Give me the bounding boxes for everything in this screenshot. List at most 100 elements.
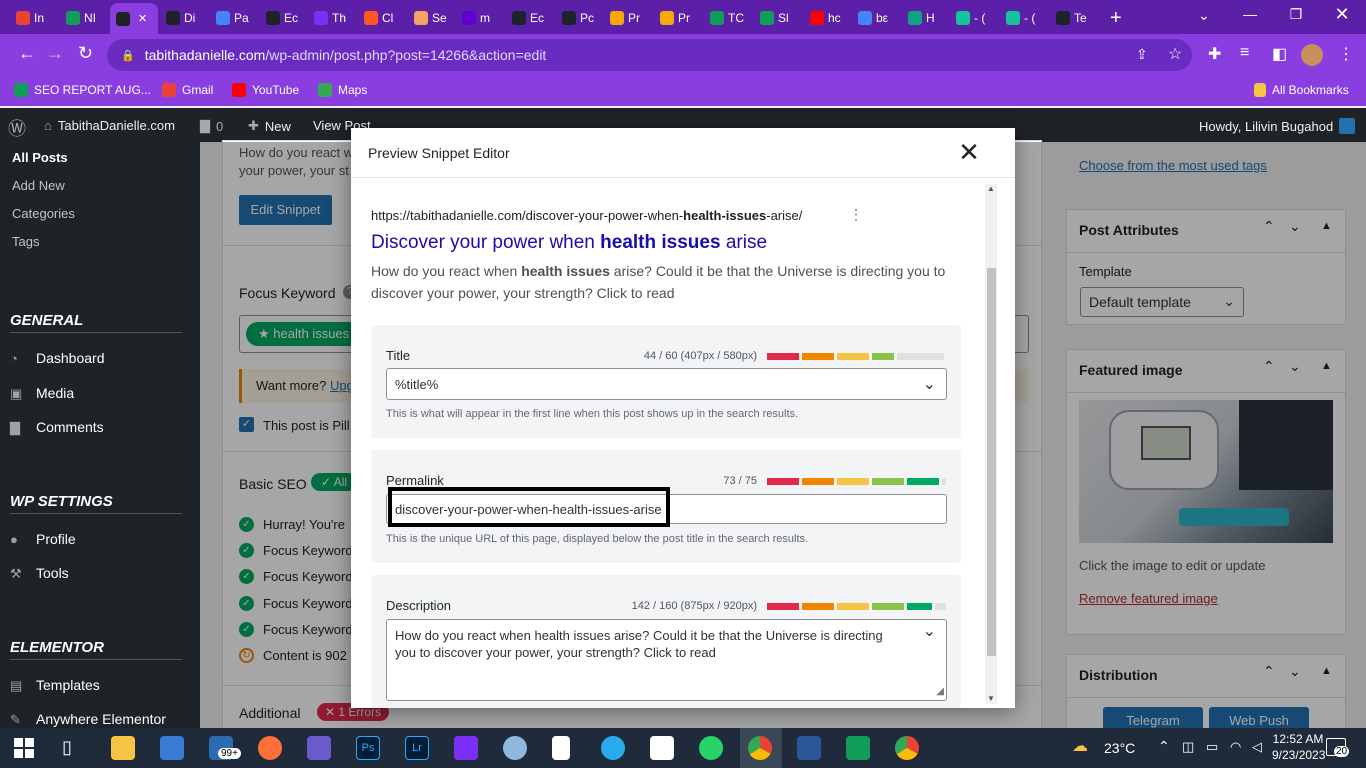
sidebar-categories[interactable]: Categories xyxy=(12,206,75,221)
chevron-down-icon[interactable]: ⌄ xyxy=(923,623,936,640)
weather-temp[interactable]: 23°C xyxy=(1104,740,1135,756)
sidebar-item-media[interactable]: ▣ Media xyxy=(10,385,74,401)
whatsapp-icon[interactable] xyxy=(699,736,723,760)
sidebar-item-comments[interactable]: ▇ Comments xyxy=(10,419,104,435)
tab[interactable]: ✕ xyxy=(110,3,158,34)
tab[interactable]: - ( xyxy=(950,5,994,31)
chevron-down-icon[interactable]: ⌄ xyxy=(923,374,936,394)
meet-icon[interactable]: ◫ xyxy=(1182,739,1194,755)
site-name-link[interactable]: ⌂ TabithaDanielle.com xyxy=(44,118,175,133)
tab[interactable]: In xyxy=(10,5,54,31)
sheets-icon[interactable] xyxy=(846,736,870,760)
scroll-down-arrow-icon[interactable]: ▼ xyxy=(987,694,995,703)
volume-icon[interactable]: ◁ xyxy=(1252,739,1262,755)
bookmark-seo-report[interactable]: SEO REPORT AUG... xyxy=(14,83,151,97)
close-icon[interactable]: ✕ xyxy=(955,138,983,166)
forward-icon[interactable]: → xyxy=(46,43,64,64)
address-bar[interactable]: 🔒 tabithadanielle.com/wp-admin/post.php?… xyxy=(107,39,1192,71)
paint-icon[interactable] xyxy=(503,736,527,760)
section-wp-settings: WP SETTINGS xyxy=(10,493,113,510)
wifi-icon[interactable]: ◠ xyxy=(1230,739,1241,755)
tab[interactable]: Th xyxy=(308,5,352,31)
tab[interactable]: Ec xyxy=(260,5,304,31)
bookmark-youtube[interactable]: YouTube xyxy=(232,83,299,97)
new-content-link[interactable]: ✚ New xyxy=(248,118,291,134)
sidebar-item-profile[interactable]: ● Profile xyxy=(10,531,76,547)
sidebar-add-new[interactable]: Add New xyxy=(12,178,65,193)
tab[interactable]: Pa xyxy=(210,5,254,31)
menu-icon[interactable]: ⋮ xyxy=(1338,44,1354,64)
telegram-icon[interactable] xyxy=(601,736,625,760)
battery-icon[interactable]: ▭ xyxy=(1206,739,1218,755)
tab-close-icon[interactable]: ✕ xyxy=(138,12,147,25)
scroll-up-arrow-icon[interactable]: ▲ xyxy=(987,184,995,193)
tab[interactable]: m xyxy=(456,5,500,31)
tab-label: Sl xyxy=(778,11,789,25)
bookmark-gmail[interactable]: Gmail xyxy=(162,83,213,97)
tab-search-icon[interactable]: ⌄ xyxy=(1198,7,1210,24)
comments-link[interactable]: ▇ 0 xyxy=(200,118,223,134)
windows-start-icon[interactable] xyxy=(14,738,34,758)
firefox-icon[interactable] xyxy=(258,736,282,760)
reload-icon[interactable]: ↻ xyxy=(78,43,93,64)
bookmark-maps[interactable]: Maps xyxy=(318,83,367,97)
sidebar-item-templates[interactable]: ▤ Templates xyxy=(10,677,100,693)
store-icon[interactable] xyxy=(160,736,184,760)
picsart-icon[interactable] xyxy=(454,736,478,760)
word-icon[interactable] xyxy=(797,736,821,760)
tab[interactable]: Pr xyxy=(604,5,648,31)
task-view-icon[interactable]: ▯ xyxy=(62,737,72,758)
tab[interactable]: Sl xyxy=(754,5,798,31)
tab[interactable]: - ( xyxy=(1000,5,1044,31)
media-icon[interactable]: ≡ xyxy=(1240,44,1249,62)
howdy-account[interactable]: Howdy, Lilivin Bugahod xyxy=(1199,118,1356,134)
app-icon[interactable] xyxy=(307,736,331,760)
weather-icon[interactable]: ☁ xyxy=(1072,736,1088,756)
tab[interactable]: Pr xyxy=(654,5,698,31)
scrollbar-thumb[interactable] xyxy=(987,268,996,656)
title-input[interactable]: %title% ⌄ xyxy=(386,368,947,400)
profile-avatar[interactable] xyxy=(1301,44,1323,66)
tab[interactable]: Cl xyxy=(358,5,402,31)
minimize-button[interactable]: — xyxy=(1230,6,1270,22)
extensions-icon[interactable]: ✚ xyxy=(1208,44,1221,64)
share-icon[interactable]: ⇪ xyxy=(1136,46,1148,63)
description-label: Description xyxy=(386,598,452,613)
tab-favicon-icon xyxy=(314,11,328,25)
bookmark-star-icon[interactable]: ☆ xyxy=(1168,44,1182,64)
file-explorer-icon[interactable] xyxy=(111,736,135,760)
sidebar-item-tools[interactable]: ⚒ Tools xyxy=(10,565,69,581)
sidebar-item-dashboard[interactable]: ◔ Dashboard xyxy=(10,350,105,366)
capcut-icon[interactable] xyxy=(650,736,674,760)
tab[interactable]: Te xyxy=(1050,5,1094,31)
tab[interactable]: Se xyxy=(408,5,452,31)
chrome-icon[interactable] xyxy=(748,736,772,760)
tab[interactable]: bε xyxy=(852,5,896,31)
wordpress-logo-icon[interactable]: Ⓦ xyxy=(8,115,26,141)
tab[interactable]: Pc xyxy=(556,5,600,31)
tab[interactable]: NI xyxy=(60,5,104,31)
tray-chevron-icon[interactable]: ⌃ xyxy=(1158,738,1170,755)
resize-handle-icon[interactable]: ◢ xyxy=(936,683,944,700)
sidebar-item-anywhere-elementor[interactable]: ✎ Anywhere Elementor xyxy=(10,711,166,727)
tab[interactable]: hc xyxy=(804,5,848,31)
chrome-profile-icon[interactable] xyxy=(895,736,919,760)
back-icon[interactable]: ← xyxy=(18,43,36,64)
restore-button[interactable]: ❐ xyxy=(1276,6,1316,23)
all-bookmarks[interactable]: All Bookmarks xyxy=(1254,83,1349,97)
tab[interactable]: TC xyxy=(704,5,748,31)
tab[interactable]: H xyxy=(902,5,946,31)
tab[interactable]: Ec xyxy=(506,5,550,31)
photoshop-icon[interactable]: Ps xyxy=(356,736,380,760)
new-tab-button[interactable]: + xyxy=(1110,7,1122,30)
lightroom-icon[interactable]: Lr xyxy=(405,736,429,760)
notepad-icon[interactable] xyxy=(552,736,570,760)
tab[interactable]: Di xyxy=(160,5,204,31)
sidebar-all-posts[interactable]: All Posts xyxy=(12,150,68,165)
clock[interactable]: 12:52 AM 9/23/2023 xyxy=(1272,732,1325,762)
close-window-button[interactable]: ✕ xyxy=(1322,4,1362,25)
sidebar-tags[interactable]: Tags xyxy=(12,234,39,249)
more-options-icon[interactable]: ⋮ xyxy=(849,206,863,223)
description-textarea[interactable]: How do you react when health issues aris… xyxy=(386,619,947,701)
side-panel-icon[interactable]: ◧ xyxy=(1272,44,1287,64)
